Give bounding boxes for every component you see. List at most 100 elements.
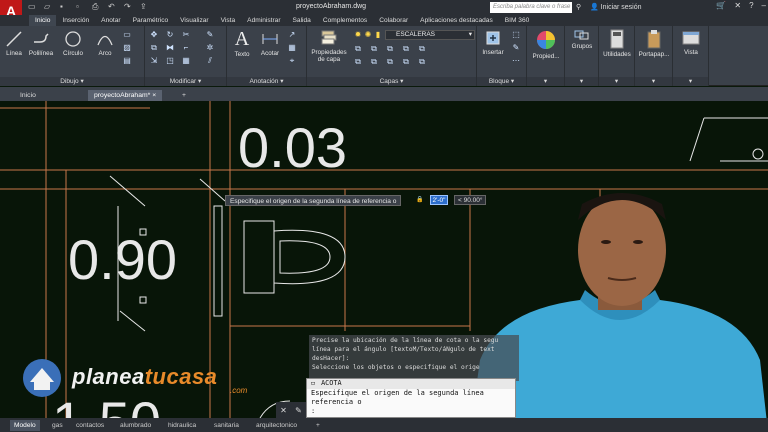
tab-bim-360[interactable]: BIM 360	[499, 15, 536, 26]
layer-tool-7-icon[interactable]: ⧉	[369, 57, 379, 66]
view-button[interactable]: Vista	[674, 29, 708, 56]
layer-tool-3-icon[interactable]: ⧉	[385, 44, 395, 53]
help-icon[interactable]: ?	[749, 1, 753, 10]
file-tab-inicio[interactable]: Inicio	[14, 90, 42, 101]
layer-tool-4-icon[interactable]: ⧉	[401, 44, 411, 53]
offset-icon[interactable]: ⫽	[205, 56, 215, 65]
exchange-icon[interactable]: ✕	[734, 1, 741, 10]
explode-icon[interactable]: ✲	[205, 43, 215, 52]
tab-anotar[interactable]: Anotar	[95, 15, 126, 26]
move-icon[interactable]: ✥	[149, 30, 159, 39]
create-block-icon[interactable]: ⬚	[511, 30, 521, 39]
binoculars-icon[interactable]: ⚲	[576, 3, 581, 11]
stretch-icon[interactable]: ⇲	[149, 56, 159, 65]
polyline-button[interactable]: Polilínea	[27, 30, 55, 57]
panel-label-grupos-arrow[interactable]: ▾	[565, 77, 598, 86]
mirror-icon[interactable]: ⧓	[165, 43, 175, 52]
trim-icon[interactable]: ✂	[181, 30, 191, 39]
minimize-icon[interactable]: –	[762, 1, 766, 10]
redo-icon[interactable]: ↷	[124, 2, 134, 12]
tab-complementos[interactable]: Complementos	[317, 15, 373, 26]
command-line[interactable]: ▭ ACOTA Especifique el origen de la segu…	[306, 378, 516, 418]
tab-vista[interactable]: Vista	[215, 15, 242, 26]
save-as-icon[interactable]: ▫	[76, 2, 86, 12]
mark-icon[interactable]: ⌖	[287, 56, 297, 65]
share-icon[interactable]: ⇪	[140, 2, 150, 12]
tab-parametrico[interactable]: Paramétrico	[127, 15, 175, 26]
close-icon[interactable]: ×	[152, 92, 156, 99]
dynamic-angle-input[interactable]: < 90.00°	[454, 195, 487, 205]
layer-tool-2-icon[interactable]: ⧉	[369, 44, 379, 53]
line-button[interactable]: Línea	[3, 30, 25, 57]
layer-tool-5-icon[interactable]: ⧉	[417, 44, 427, 53]
rotate-icon[interactable]: ↻	[165, 30, 175, 39]
layer-tool-10-icon[interactable]: ⧉	[417, 57, 427, 66]
fillet-icon[interactable]: ⌐	[181, 43, 191, 52]
command-input[interactable]: :	[307, 407, 515, 416]
panel-label-propiedades-arrow[interactable]: ▾	[527, 77, 564, 86]
tab-salida[interactable]: Salida	[287, 15, 317, 26]
text-button[interactable]: A Texto	[230, 29, 254, 58]
sign-in-button[interactable]: 👤 Iniciar sesión	[590, 3, 642, 11]
close-icon[interactable]: ✕	[280, 406, 287, 415]
dimension-button[interactable]: Acotar	[257, 30, 283, 57]
undo-icon[interactable]: ↶	[108, 2, 118, 12]
lightbulb-icon[interactable]: ✹	[353, 30, 363, 39]
leader-icon[interactable]: ↗	[287, 30, 297, 39]
array-icon[interactable]: ▦	[181, 56, 191, 65]
panel-label-utilidades-arrow[interactable]: ▾	[599, 77, 634, 86]
tab-insercion[interactable]: Inserción	[56, 15, 95, 26]
layout-tab-arquitectonico[interactable]: arquitectonico	[252, 420, 301, 431]
current-layer-dropdown[interactable]: ESCALERAS ▾	[385, 30, 475, 40]
arc-button[interactable]: Arco	[94, 30, 116, 57]
gradient-icon[interactable]: ▤	[122, 56, 132, 65]
properties-button[interactable]: Propied...	[528, 29, 564, 60]
layout-tab-gas[interactable]: gas	[48, 420, 67, 431]
file-tab-proyecto[interactable]: proyectoAbraham* ×	[88, 90, 163, 101]
wrench-icon[interactable]: ✎	[295, 406, 302, 415]
edit-block-icon[interactable]: ✎	[511, 43, 521, 52]
tab-aplicaciones-destacadas[interactable]: Aplicaciones destacadas	[414, 15, 499, 26]
panel-label-bloque[interactable]: Bloque ▾	[477, 77, 526, 86]
erase-icon[interactable]: ✎	[205, 30, 215, 39]
sun-icon[interactable]: ✺	[363, 30, 373, 39]
new-icon[interactable]: ▭	[28, 2, 38, 12]
tab-visualizar[interactable]: Visualizar	[174, 15, 214, 26]
dynamic-distance-input[interactable]: 2'-0"	[430, 195, 448, 205]
new-tab-button[interactable]: +	[176, 90, 192, 101]
utilities-button[interactable]: Utilidades	[600, 29, 634, 58]
circle-button[interactable]: Círculo	[60, 30, 86, 57]
scale-icon[interactable]: ◳	[165, 56, 175, 65]
print-icon[interactable]: ⎙	[92, 2, 102, 12]
layer-tool-9-icon[interactable]: ⧉	[401, 57, 411, 66]
search-input[interactable]: Escriba palabra clave o frase	[490, 2, 572, 13]
groups-button[interactable]: Grupos	[566, 29, 598, 50]
panel-label-anotacion[interactable]: Anotación ▾	[227, 77, 306, 86]
cart-icon[interactable]: 🛒	[716, 1, 726, 10]
layer-tool-8-icon[interactable]: ⧉	[385, 57, 395, 66]
layout-tab-alumbrado[interactable]: alumbrado	[116, 420, 155, 431]
layer-tool-1-icon[interactable]: ⧉	[353, 44, 363, 53]
table-icon[interactable]: ▦	[287, 43, 297, 52]
layer-lock-icon[interactable]: ▮	[373, 30, 383, 39]
attribute-icon[interactable]: ⋯	[511, 56, 521, 65]
rectangle-icon[interactable]: ▭	[122, 30, 132, 39]
hatch-icon[interactable]: ▨	[122, 43, 132, 52]
tab-administrar[interactable]: Administrar	[241, 15, 286, 26]
open-icon[interactable]: ▱	[44, 2, 54, 12]
tab-inicio[interactable]: Inicio	[29, 15, 57, 26]
tab-colaborar[interactable]: Colaborar	[373, 15, 414, 26]
panel-label-modificar[interactable]: Modificar ▾	[145, 77, 226, 86]
layout-tab-modelo[interactable]: Modelo	[10, 420, 40, 431]
insert-button[interactable]: Insertar	[479, 29, 507, 56]
layout-tab-contactos[interactable]: contactos	[72, 420, 108, 431]
drawing-canvas[interactable]: 0.03 0.90 1.50 Especifique el origen de …	[0, 101, 768, 418]
panel-label-vista-arrow[interactable]: ▾	[673, 77, 708, 86]
panel-label-portapapeles-arrow[interactable]: ▾	[635, 77, 672, 86]
copy-icon[interactable]: ⧉	[149, 43, 159, 52]
layer-properties-button[interactable]: Propiedades de capa	[309, 29, 349, 63]
clipboard-button[interactable]: Portapap...	[636, 29, 672, 58]
panel-label-capas[interactable]: Capas ▾	[307, 77, 476, 86]
layout-tab-hidraulica[interactable]: hidraulica	[164, 420, 200, 431]
panel-label-dibujo[interactable]: Dibujo ▾	[0, 77, 144, 86]
